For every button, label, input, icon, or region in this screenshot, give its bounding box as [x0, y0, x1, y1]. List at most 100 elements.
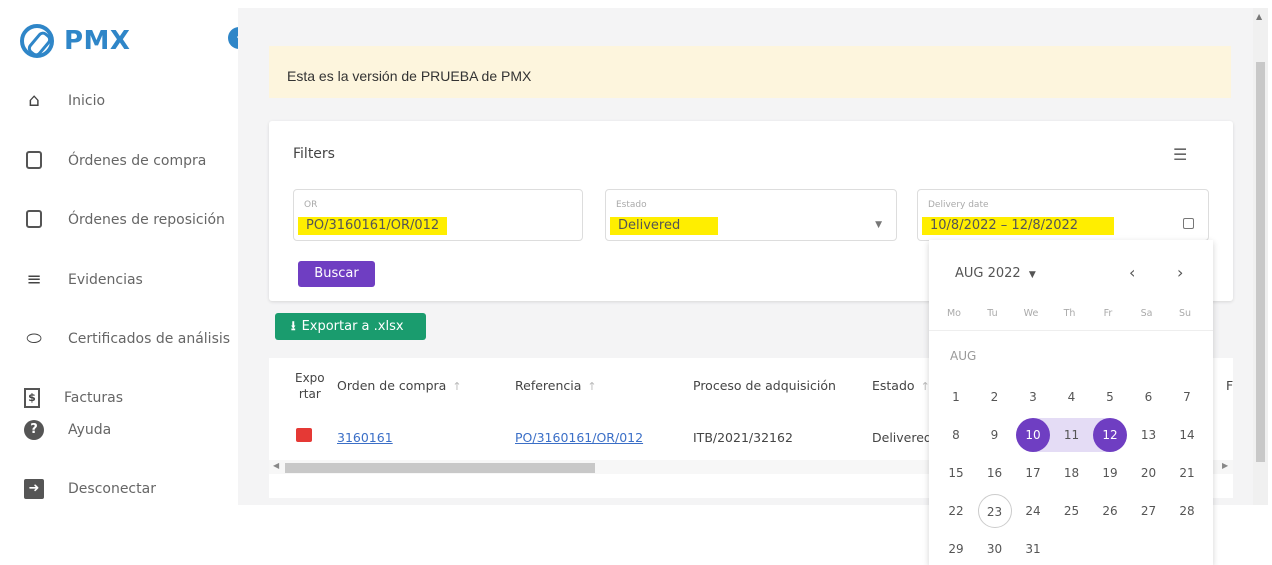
- delivery-date-label: Delivery date: [928, 200, 989, 210]
- calendar-day[interactable]: 20: [1132, 456, 1166, 490]
- pdf-icon[interactable]: [296, 428, 312, 442]
- delivery-date-field[interactable]: Delivery date 10/8/2022 – 12/8/2022: [917, 189, 1209, 241]
- calendar-doc-icon: [24, 210, 44, 230]
- calendar-day[interactable]: 1: [939, 380, 973, 414]
- calendar-day[interactable]: 9: [978, 418, 1012, 452]
- calendar-day[interactable]: 5: [1093, 380, 1127, 414]
- proceso-cell: ITB/2021/32162: [693, 430, 793, 445]
- invoice-icon: $: [24, 388, 40, 408]
- calendar-day[interactable]: 27: [1132, 494, 1166, 528]
- sidebar-item-label: Órdenes de compra: [68, 153, 207, 169]
- calendar-day[interactable]: 29: [939, 532, 973, 565]
- header-exportar: Expo rtar: [295, 370, 325, 402]
- buscar-button[interactable]: Buscar: [298, 261, 375, 287]
- scroll-up-icon[interactable]: ▲: [1256, 12, 1262, 21]
- logout-icon: ➜: [24, 479, 44, 499]
- calendar-day[interactable]: 19: [1093, 456, 1127, 490]
- export-label: Exportar a .xlsx: [301, 319, 404, 334]
- download-icon: ⭳: [291, 319, 296, 334]
- calendar-day[interactable]: 23: [977, 494, 1012, 528]
- divider: [929, 330, 1213, 331]
- header-estado[interactable]: Estado ↑: [872, 378, 930, 393]
- sidebar-item-label: Inicio: [68, 93, 106, 109]
- month-year-label: AUG 2022: [955, 266, 1021, 281]
- sidebar-item-ordenes-reposicion[interactable]: Órdenes de reposición: [24, 210, 225, 230]
- calendar-day[interactable]: 31: [1016, 532, 1050, 565]
- sidebar-item-desconectar[interactable]: ➜ Desconectar: [24, 479, 156, 499]
- sidebar-item-facturas[interactable]: $ Facturas: [24, 388, 123, 408]
- filter-icon[interactable]: ☰: [1173, 145, 1191, 164]
- export-xlsx-button[interactable]: ⭳ Exportar a .xlsx: [275, 313, 426, 340]
- calendar-day[interactable]: 28: [1170, 494, 1204, 528]
- or-label: OR: [304, 200, 318, 210]
- weekday-label: Fr: [1103, 308, 1113, 319]
- calendar-day[interactable]: 13: [1132, 418, 1166, 452]
- header-proceso[interactable]: Proceso de adquisición: [693, 378, 836, 393]
- calendar-day[interactable]: 21: [1170, 456, 1204, 490]
- header-exportar-line2: rtar: [298, 387, 321, 401]
- scroll-right-icon[interactable]: ▶: [1222, 461, 1228, 470]
- sidebar-item-ayuda[interactable]: ? Ayuda: [24, 420, 111, 440]
- calendar-day[interactable]: 10: [1016, 418, 1050, 452]
- calendar-day[interactable]: 16: [978, 456, 1012, 490]
- scroll-left-icon[interactable]: ◀: [273, 461, 279, 470]
- sidebar-item-evidencias[interactable]: ≡ Evidencias: [24, 269, 143, 290]
- calendar-day[interactable]: 24: [1016, 494, 1050, 528]
- sidebar: PMX ⌂ Inicio Órdenes de compra Órdenes d…: [0, 0, 240, 505]
- or-field[interactable]: OR PO/3160161/OR/012: [293, 189, 583, 241]
- sidebar-item-label: Desconectar: [68, 481, 156, 497]
- app-name: PMX: [64, 26, 131, 56]
- or-input[interactable]: PO/3160161/OR/012: [298, 217, 448, 235]
- list-check-icon: ≡: [26, 269, 42, 290]
- previous-month-icon[interactable]: ‹: [1129, 263, 1135, 282]
- logo[interactable]: PMX: [20, 24, 130, 58]
- calendar-day[interactable]: 25: [1055, 494, 1089, 528]
- sort-arrow-icon: ↑: [587, 380, 597, 393]
- weekday-label: Tu: [987, 308, 998, 319]
- header-label: Referencia: [515, 378, 582, 393]
- orden-link[interactable]: 3160161: [337, 430, 393, 445]
- calendar-day[interactable]: 12: [1093, 418, 1127, 452]
- sidebar-item-label: Órdenes de reposición: [68, 212, 225, 228]
- sidebar-item-label: Certificados de análisis: [68, 331, 231, 347]
- header-extra[interactable]: F: [1226, 378, 1233, 393]
- calendar-day[interactable]: 8: [939, 418, 973, 452]
- calendar-day[interactable]: 18: [1055, 456, 1089, 490]
- pill-logo-icon: [20, 24, 54, 58]
- calendar-day[interactable]: 7: [1170, 380, 1204, 414]
- calendar-day[interactable]: 15: [939, 456, 973, 490]
- header-orden-compra[interactable]: Orden de compra ↑: [337, 378, 462, 393]
- calendar-day[interactable]: 14: [1170, 418, 1204, 452]
- header-referencia[interactable]: Referencia ↑: [515, 378, 597, 393]
- calendar-day[interactable]: 17: [1016, 456, 1050, 490]
- month-year-selector[interactable]: AUG 2022 ▼: [955, 266, 1036, 281]
- calendar-day[interactable]: 26: [1093, 494, 1127, 528]
- horizontal-scrollbar-thumb[interactable]: [285, 463, 595, 473]
- sidebar-item-ordenes-compra[interactable]: Órdenes de compra: [24, 151, 206, 171]
- weekday-label: Th: [1063, 308, 1076, 319]
- delivery-date-input[interactable]: 10/8/2022 – 12/8/2022: [922, 217, 1114, 235]
- sidebar-item-inicio[interactable]: ⌂ Inicio: [24, 91, 105, 111]
- referencia-link[interactable]: PO/3160161/OR/012: [515, 430, 643, 445]
- calendar-day[interactable]: 2: [978, 380, 1012, 414]
- calendar-icon[interactable]: [1183, 218, 1194, 229]
- filters-title: Filters: [293, 146, 335, 162]
- sidebar-item-certificados[interactable]: ⬭ Certificados de análisis: [24, 329, 230, 349]
- calendar-day[interactable]: 3: [1016, 380, 1050, 414]
- sidebar-item-label: Facturas: [64, 390, 124, 406]
- sidebar-item-label: Evidencias: [68, 272, 143, 288]
- help-icon: ?: [24, 420, 44, 440]
- page: PMX ⌂ Inicio Órdenes de compra Órdenes d…: [0, 0, 1272, 565]
- estado-select[interactable]: Estado Delivered ▼: [605, 189, 897, 241]
- next-month-icon[interactable]: ›: [1177, 263, 1183, 282]
- weekday-label: Su: [1178, 308, 1192, 319]
- vertical-scrollbar-thumb[interactable]: [1256, 62, 1265, 462]
- vertical-scrollbar[interactable]: ▲: [1253, 8, 1268, 505]
- calendar-day[interactable]: 6: [1132, 380, 1166, 414]
- calendar-day[interactable]: 30: [978, 532, 1012, 565]
- chevron-down-icon: ▼: [875, 220, 882, 230]
- calendar-day[interactable]: 4: [1055, 380, 1089, 414]
- calendar-day[interactable]: 11: [1055, 418, 1089, 452]
- header-label: Proceso de adquisición: [693, 378, 836, 393]
- calendar-day[interactable]: 22: [939, 494, 973, 528]
